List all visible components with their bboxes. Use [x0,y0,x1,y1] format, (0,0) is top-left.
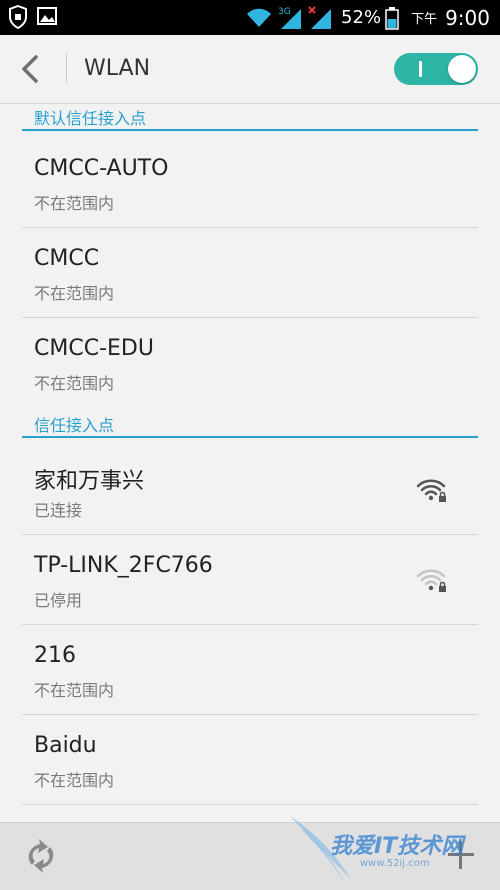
list-divider [22,804,478,805]
chevron-left-icon [22,55,38,83]
toggle-knob [448,55,476,83]
bottom-toolbar [0,822,500,890]
network-item[interactable]: TP-LINK_2FC766 已停用 [0,535,500,625]
network-item[interactable]: CMCC 不在范围内 [0,228,500,318]
network-name: CMCC [34,246,100,271]
section-header-trusted: 信任接入点 [0,410,500,438]
network-item[interactable]: 216 不在范围内 [0,625,500,715]
network-status: 已停用 [34,591,83,610]
network-name: Baidu [34,733,97,758]
network-status: 不在范围内 [34,284,115,303]
network-name: CMCC-EDU [34,336,154,361]
cell-signal-icon: 3G [278,7,302,29]
network-status: 已连接 [34,501,83,520]
image-icon [37,7,57,25]
network-status: 不在范围内 [34,194,115,213]
section-divider [22,436,478,438]
wifi-signal-icon [247,8,272,27]
cell-signal-noservice-icon [308,5,332,29]
network-item[interactable]: Baidu 不在范围内 [0,715,500,805]
section-label: 信任接入点 [34,416,115,435]
shield-icon [9,5,27,29]
network-name: 216 [34,643,76,668]
network-status: 不在范围内 [34,771,115,790]
network-status: 不在范围内 [34,374,115,393]
back-button[interactable] [14,51,50,87]
header-divider [66,53,67,83]
page-title: WLAN [84,56,151,81]
section-label: 默认信任接入点 [34,109,147,128]
network-name: 家和万事兴 [34,469,145,494]
network-type-label: 3G [278,7,291,17]
network-item[interactable]: CMCC-EDU 不在范围内 [0,318,500,408]
toggle-on-indicator [419,61,422,77]
refresh-button[interactable] [20,835,62,877]
clock: 9:00 [445,5,490,30]
battery-percent: 52% [341,7,382,28]
network-status: 不在范围内 [34,681,115,700]
section-header-default-trusted: 默认信任接入点 [0,103,500,131]
add-icon [448,841,474,869]
status-bar: 3G 52% 下午 9:00 [0,0,500,35]
battery-icon [385,6,399,30]
network-name: TP-LINK_2FC766 [34,553,213,578]
time-period: 下午 [411,12,438,27]
refresh-icon [28,839,54,873]
add-network-button[interactable] [446,835,476,875]
wlan-toggle[interactable] [394,53,478,85]
network-item[interactable]: CMCC-AUTO 不在范围内 [0,138,500,228]
wifi-lock-weak-icon [416,569,446,592]
network-name: CMCC-AUTO [34,156,169,181]
action-bar: WLAN [0,35,500,104]
section-divider [22,129,478,131]
network-item[interactable]: 家和万事兴 已连接 [0,445,500,535]
wifi-lock-icon [416,479,446,502]
